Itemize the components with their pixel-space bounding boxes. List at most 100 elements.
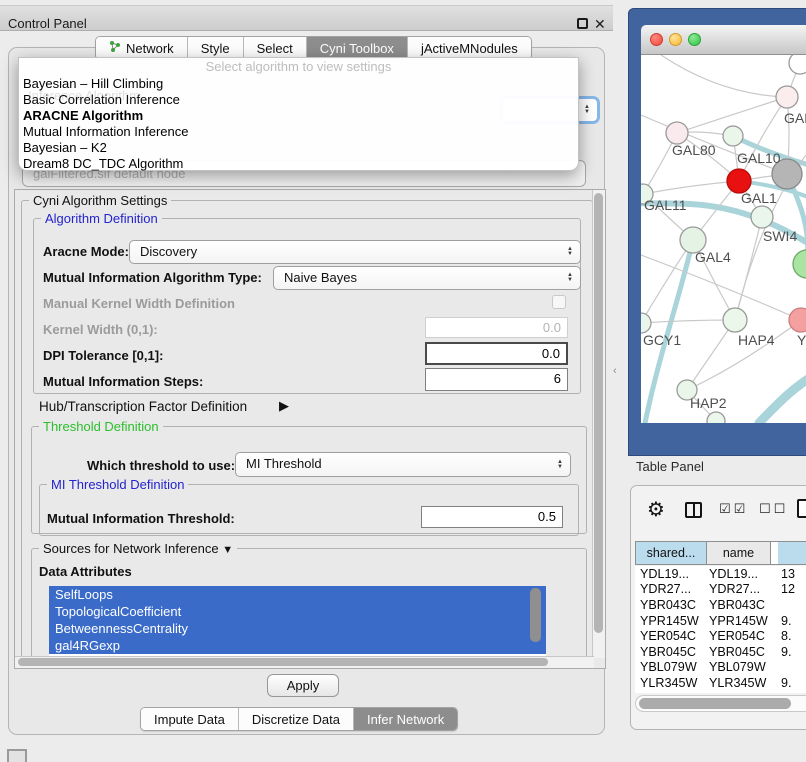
tab-infer-network[interactable]: Infer Network <box>354 708 457 730</box>
ghost-inference-algorithm-label: Inference Algorithm <box>28 88 140 103</box>
network-node[interactable] <box>793 250 806 278</box>
node-label-y: Y <box>797 332 806 348</box>
manual-kernel-width-checkbox[interactable] <box>552 295 566 309</box>
tab-impute-data[interactable]: Impute Data <box>141 708 239 730</box>
node-label-gal4: GAL4 <box>695 249 731 265</box>
tab-label: Cyni Toolbox <box>320 41 394 56</box>
splitter-handle[interactable]: ‹ <box>613 365 617 377</box>
mi-algorithm-type-label: Mutual Information Algorithm Type: <box>43 270 262 285</box>
split-columns-icon[interactable] <box>685 502 702 518</box>
algorithm-dropdown-popup: Select algorithm to view settings Bayesi… <box>18 57 579 171</box>
select-all-checkboxes-icon[interactable]: ☑☑ <box>719 501 748 517</box>
combo-spinner-icon: ▲▼ <box>567 273 573 283</box>
aracne-mode-label: Aracne Mode: <box>43 244 129 259</box>
network-node[interactable] <box>641 313 651 333</box>
tab-cyni-toolbox[interactable]: Cyni Toolbox <box>307 37 408 59</box>
column-header-name[interactable]: name <box>707 541 771 565</box>
tab-label: Discretize Data <box>252 712 340 727</box>
table-cell: YDL19... <box>707 567 777 581</box>
network-node[interactable] <box>789 308 806 332</box>
table-cell: YBR045C <box>707 645 777 659</box>
close-traffic-light-icon[interactable] <box>650 33 663 46</box>
tab-network[interactable]: Network <box>96 37 188 59</box>
sources-legend[interactable]: Sources for Network Inference ▼ <box>39 541 237 556</box>
tab-style[interactable]: Style <box>188 37 244 59</box>
table-hscrollbar-thumb[interactable] <box>639 698 791 709</box>
network-node[interactable] <box>776 86 798 108</box>
algorithm-option-dream8-dc-tdc-algorithm[interactable]: Dream8 DC_TDC Algorithm <box>19 156 578 172</box>
table-row[interactable]: YER054CYER054C8. <box>635 628 806 644</box>
table-cell: 9. <box>777 614 806 628</box>
document-icon[interactable] <box>797 499 806 518</box>
settings-vscrollbar-thumb[interactable] <box>594 193 603 633</box>
control-panel-title: Control Panel <box>8 11 87 37</box>
algorithm-option-bayesian-k2[interactable]: Bayesian – K2 <box>19 140 578 156</box>
attribute-item-selfloops[interactable]: SelfLoops <box>49 586 546 603</box>
zoom-traffic-light-icon[interactable] <box>688 33 701 46</box>
attribute-item-topologicalcoefficient[interactable]: TopologicalCoefficient <box>49 603 546 620</box>
mi-threshold-input[interactable]: 0.5 <box>421 506 563 528</box>
combo-spinner-icon: ▲▼ <box>567 247 573 257</box>
network-node[interactable] <box>723 308 747 332</box>
gear-icon[interactable]: ⚙ <box>647 497 665 522</box>
tab-select[interactable]: Select <box>244 37 307 59</box>
combo-spinner-icon: ▲▼ <box>584 105 590 115</box>
kernel-width-input[interactable]: 0.0 <box>425 317 568 338</box>
collapse-arrow-icon: ▼ <box>222 544 233 556</box>
hub-tf-definition-label[interactable]: Hub/Transcription Factor Definition <box>39 399 247 414</box>
network-node[interactable] <box>789 55 806 74</box>
table-row[interactable]: YDR27...YDR27...12 <box>635 582 806 598</box>
network-window-titlebar[interactable] <box>641 25 806 55</box>
network-window-frame[interactable]: GALGAL80GAL10GAL1GAL11SWI4GAL4GCY1HAP4YH… <box>628 8 806 456</box>
settings-hscrollbar-track[interactable] <box>15 656 594 668</box>
algorithm-option-aracne-algorithm[interactable]: ARACNE Algorithm <box>19 108 578 124</box>
table-row[interactable]: YIL052CYIL052C9. <box>635 691 806 693</box>
algorithm-option-mutual-information-inference[interactable]: Mutual Information Inference <box>19 124 578 140</box>
table-cell: YIL052C <box>635 692 707 693</box>
which-threshold-combo[interactable]: MI Threshold ▲▼ <box>235 452 571 477</box>
kernel-width-label: Kernel Width (0,1): <box>43 322 158 337</box>
node-label-gal1: GAL1 <box>741 190 777 206</box>
which-threshold-value: MI Threshold <box>246 456 322 471</box>
network-canvas[interactable]: GALGAL80GAL10GAL1GAL11SWI4GAL4GCY1HAP4YH… <box>641 55 806 423</box>
minimize-traffic-light-icon[interactable] <box>669 33 682 46</box>
table-cell: YBL079W <box>635 660 707 674</box>
close-icon[interactable]: ✕ <box>594 11 606 37</box>
table-row[interactable]: YLR345WYLR345W9. <box>635 675 806 691</box>
mi-algorithm-type-combo[interactable]: Naive Bayes ▲▼ <box>273 266 581 290</box>
attributes-list-scrollbar[interactable] <box>530 588 541 642</box>
tab-label: Infer Network <box>367 712 444 727</box>
table-row[interactable]: YPR145WYPR145W9. <box>635 613 806 629</box>
network-node[interactable] <box>723 126 743 146</box>
float-window-icon[interactable] <box>577 18 588 29</box>
tab-discretize-data[interactable]: Discretize Data <box>239 708 354 730</box>
table-cell: YPR145W <box>707 614 777 628</box>
attribute-item-gal4rgexp[interactable]: gal4RGexp <box>49 637 546 654</box>
settings-hscrollbar-thumb[interactable] <box>18 658 548 666</box>
table-row[interactable]: YDL19...YDL19...13 <box>635 566 806 582</box>
minimized-panel-icon[interactable] <box>7 749 27 762</box>
table-row[interactable]: YBL079WYBL079W <box>635 660 806 676</box>
network-node[interactable] <box>751 206 773 228</box>
network-node[interactable] <box>666 122 688 144</box>
expand-arrow-icon[interactable]: ▶ <box>279 398 289 414</box>
aracne-mode-combo[interactable]: Discovery ▲▼ <box>129 240 581 264</box>
threshold-definition-legend: Threshold Definition <box>39 419 163 434</box>
tab-jactivemnodules[interactable]: jActiveMNodules <box>408 37 531 59</box>
dpi-tolerance-input[interactable]: 0.0 <box>425 342 568 365</box>
attribute-item-betweennesscentrality[interactable]: BetweennessCentrality <box>49 620 546 637</box>
deselect-all-checkboxes-icon[interactable]: ☐☐ <box>759 501 788 517</box>
table-row[interactable]: YBR045CYBR045C9. <box>635 644 806 660</box>
apply-button[interactable]: Apply <box>267 674 339 697</box>
settings-vscrollbar-track[interactable] <box>592 190 605 658</box>
tab-label: Impute Data <box>154 712 225 727</box>
table-cell: YBR043C <box>707 598 777 612</box>
table-cell: 9. <box>777 676 806 690</box>
table-hscrollbar-track[interactable] <box>635 695 806 712</box>
table-row[interactable]: YBR043CYBR043C <box>635 597 806 613</box>
column-header-cut[interactable] <box>778 541 806 565</box>
mi-steps-label: Mutual Information Steps: <box>43 374 203 389</box>
table-cell: YBR043C <box>635 598 707 612</box>
mi-steps-input[interactable]: 6 <box>425 368 568 391</box>
column-header-shared[interactable]: shared... <box>635 541 707 565</box>
